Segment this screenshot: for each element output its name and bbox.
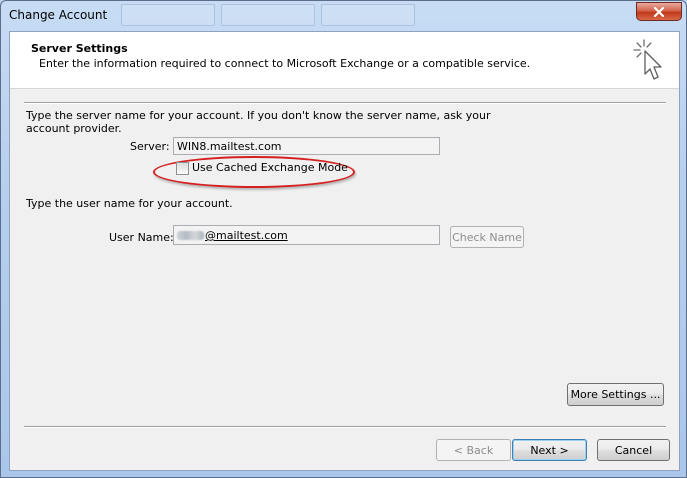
window-title: Change Account bbox=[9, 8, 108, 22]
page-title: Server Settings bbox=[31, 42, 128, 55]
server-label: Server: bbox=[130, 140, 170, 153]
dialog-window: Change Account Server Settings Enter the… bbox=[0, 0, 687, 478]
server-input[interactable]: WIN8.mailtest.com bbox=[173, 137, 440, 155]
dialog-client-area: Server Settings Enter the information re… bbox=[9, 31, 680, 471]
cached-exchange-mode-label[interactable]: Use Cached Exchange Mode bbox=[192, 161, 348, 174]
user-name-input[interactable]: @mailtest.com bbox=[173, 225, 440, 245]
cached-exchange-mode-checkbox[interactable] bbox=[176, 162, 189, 175]
header-divider bbox=[24, 102, 666, 104]
back-button[interactable]: < Back bbox=[436, 439, 511, 461]
user-name-input-value: @mailtest.com bbox=[205, 229, 288, 242]
server-instruction-line1: Type the server name for your account. I… bbox=[26, 109, 491, 122]
check-name-button[interactable]: Check Name bbox=[450, 226, 524, 248]
server-input-value: WIN8.mailtest.com bbox=[177, 140, 282, 153]
page-subtitle: Enter the information required to connec… bbox=[39, 57, 531, 70]
user-instruction: Type the user name for your account. bbox=[26, 197, 233, 210]
cancel-button[interactable]: Cancel bbox=[597, 439, 670, 461]
background-taskbar-ghost bbox=[121, 4, 541, 26]
cursor-sparkle-icon bbox=[630, 36, 670, 87]
redacted-username bbox=[177, 231, 204, 240]
user-name-label: User Name: bbox=[109, 231, 174, 244]
next-button[interactable]: Next > bbox=[512, 439, 587, 461]
window-close-button[interactable] bbox=[636, 2, 682, 21]
wizard-header: Server Settings Enter the information re… bbox=[10, 32, 679, 89]
server-instruction-line2: account provider. bbox=[26, 122, 122, 135]
close-icon bbox=[653, 6, 665, 17]
more-settings-button[interactable]: More Settings ... bbox=[567, 383, 664, 406]
footer-divider bbox=[24, 426, 666, 428]
